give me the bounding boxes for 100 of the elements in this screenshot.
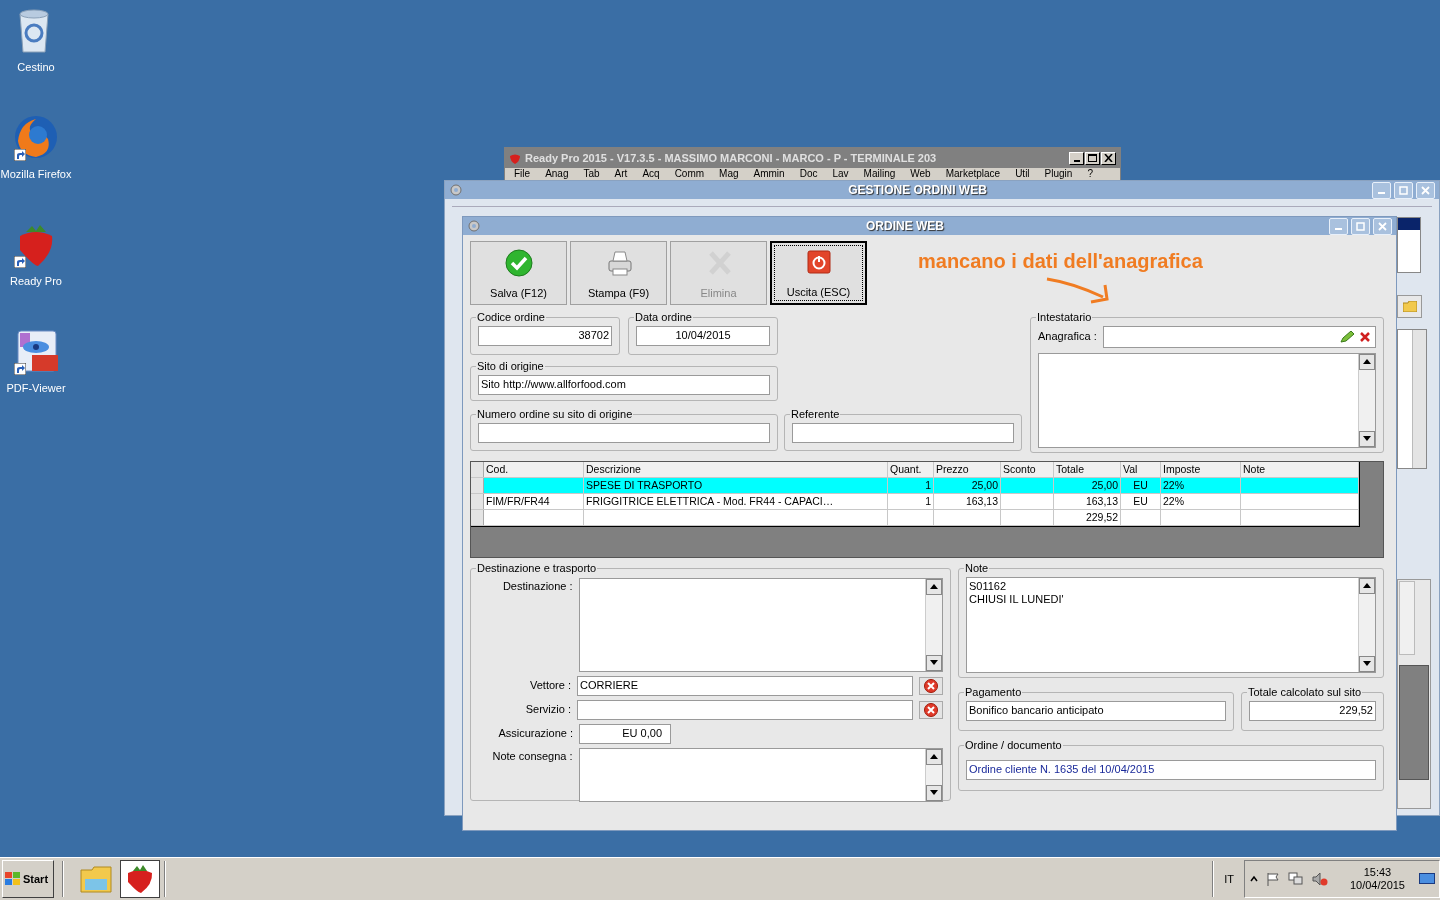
- column-header: Sconto: [1001, 462, 1054, 477]
- scroll-down-icon: [1363, 661, 1371, 666]
- text-area[interactable]: S01162 CHIUSI IL LUNEDI': [966, 576, 1376, 673]
- field-label: Assicurazione :: [497, 726, 573, 742]
- clear-button[interactable]: [919, 676, 943, 695]
- window-title: ORDINE WEB: [865, 218, 945, 235]
- table-cell: FRIGGITRICE ELETTRICA - Mod. FR44 - CAPACI…: [584, 494, 888, 509]
- clock-date[interactable]: 10/04/2015: [1349, 879, 1405, 892]
- text-field[interactable]: Bonifico bancario anticipato: [966, 700, 1226, 721]
- table-cell: EU: [1121, 494, 1161, 509]
- scroll-down-button[interactable]: [926, 654, 942, 671]
- text-field[interactable]: Sito http://www.allforfood.com: [478, 374, 770, 395]
- group-label: Data ordine: [634, 310, 693, 325]
- group-label: Sito di origine: [476, 359, 545, 374]
- table-cell: 163,13: [934, 494, 1001, 509]
- group-label: Codice ordine: [476, 310, 546, 325]
- row-header[interactable]: [471, 478, 484, 493]
- menu-item[interactable]: Ammin: [753, 168, 785, 180]
- table-cell: FIM/FR/FR44: [484, 494, 584, 509]
- folder-icon: [80, 865, 112, 893]
- menu-item[interactable]: Art: [614, 168, 628, 180]
- field-label: Note consegna :: [491, 748, 573, 764]
- start-logo-icon: [5, 872, 21, 886]
- menu-item[interactable]: Mailing: [863, 168, 896, 180]
- scroll-up-icon: [930, 754, 938, 759]
- clear-icon: [924, 678, 938, 693]
- menu-item[interactable]: ?: [1087, 168, 1093, 180]
- column-header: Descrizione: [584, 462, 888, 477]
- folder-icon: [1402, 301, 1417, 312]
- text-field[interactable]: [577, 699, 913, 720]
- scroll-up-button[interactable]: [1359, 577, 1375, 594]
- text-field[interactable]: Ordine cliente N. 1635 del 10/04/2015: [966, 759, 1376, 780]
- menu-item[interactable]: Lav: [832, 168, 849, 180]
- row-header[interactable]: [471, 510, 484, 525]
- window-title: Ready Pro 2015 - V17.3.5 - MASSIMO MARCONI - MARCO - P - TERMINALE 203: [525, 150, 938, 166]
- folder-button[interactable]: [1397, 295, 1422, 318]
- menu-item[interactable]: File: [514, 168, 531, 180]
- taskbar-button[interactable]: [120, 860, 160, 898]
- language-indicator[interactable]: IT: [1224, 870, 1234, 888]
- text-field[interactable]: 229,52: [1249, 700, 1376, 721]
- menu-item[interactable]: Marketplace: [945, 168, 1001, 180]
- close-icon: [1421, 185, 1430, 195]
- pencil-icon: [1340, 330, 1354, 343]
- icon-label: Mozilla Firefox: [0, 167, 72, 182]
- menu-item[interactable]: Util: [1015, 168, 1030, 180]
- maximize-icon: [1088, 154, 1097, 162]
- text-field[interactable]: [478, 422, 770, 443]
- menu-item[interactable]: Acq: [642, 168, 660, 180]
- column-header: Val: [1121, 462, 1161, 477]
- icon-label: Cestino: [17, 60, 55, 75]
- scroll-down-icon: [930, 660, 938, 665]
- close-icon: [1360, 331, 1370, 342]
- close-icon: [1378, 221, 1387, 231]
- table-row[interactable]: FIM/FR/FR44 FRIGGITRICE ELETTRICA - Mod. FR44 - CAPACI… 1 163,13 163,13 EU 22%: [471, 494, 1359, 510]
- text-field[interactable]: 38702: [478, 325, 612, 346]
- start-button[interactable]: Start: [2, 860, 54, 898]
- menu-item[interactable]: Web: [910, 168, 931, 180]
- maximize-icon: [1356, 221, 1365, 231]
- strawberry-icon: [509, 152, 521, 164]
- scroll-down-button[interactable]: [1359, 430, 1375, 447]
- menu-item[interactable]: Mag: [719, 168, 739, 180]
- group-label: Note: [964, 561, 990, 576]
- show-desktop-icon: [1419, 873, 1435, 885]
- menu-item[interactable]: Plugin: [1044, 168, 1073, 180]
- scroll-up-button[interactable]: [926, 578, 942, 595]
- maximize-icon: [1399, 185, 1408, 195]
- text-field[interactable]: EU 0,00: [579, 723, 671, 744]
- menu-item[interactable]: Anag: [545, 168, 569, 180]
- firefox-icon: [12, 113, 60, 161]
- table-row[interactable]: SPESE DI TRASPORTO 1 25,00 25,00 EU 22%: [471, 478, 1359, 494]
- toolbar-button[interactable]: Salva (F12): [470, 241, 567, 305]
- scroll-up-button[interactable]: [926, 748, 942, 765]
- toolbar-button[interactable]: Uscita (ESC): [770, 241, 867, 305]
- text-field[interactable]: 10/04/2015: [636, 325, 770, 346]
- close-icon: [1104, 154, 1113, 162]
- menu-item[interactable]: Tab: [583, 168, 600, 180]
- table-row[interactable]: 229,52: [471, 510, 1359, 526]
- toolbar-button[interactable]: Stampa (F9): [570, 241, 667, 305]
- minimize-icon: [1335, 228, 1342, 230]
- text-field[interactable]: [792, 422, 1014, 443]
- menu-item[interactable]: Comm: [674, 168, 705, 180]
- scroll-up-button[interactable]: [1359, 353, 1375, 370]
- text-field[interactable]: [1102, 325, 1376, 348]
- scroll-down-icon: [1363, 436, 1371, 441]
- clock-time[interactable]: 15:43: [1363, 866, 1392, 879]
- row-header[interactable]: [471, 462, 484, 477]
- table-cell: 1: [888, 494, 934, 509]
- clear-button[interactable]: [919, 700, 943, 719]
- icon-label: PDF-Viewer: [6, 381, 66, 396]
- scroll-down-button[interactable]: [926, 784, 942, 801]
- scroll-down-button[interactable]: [1359, 655, 1375, 672]
- network-icon: [1287, 872, 1304, 886]
- table-cell: 1: [888, 478, 934, 493]
- group-label: Totale calcolato sul sito: [1247, 685, 1363, 700]
- table-cell: 229,52: [1054, 510, 1121, 525]
- row-header[interactable]: [471, 494, 484, 509]
- menu-item[interactable]: Doc: [799, 168, 818, 180]
- text-field[interactable]: CORRIERE: [577, 675, 913, 696]
- scroll-up-icon: [1363, 359, 1371, 364]
- table-cell: 163,13: [1054, 494, 1121, 509]
